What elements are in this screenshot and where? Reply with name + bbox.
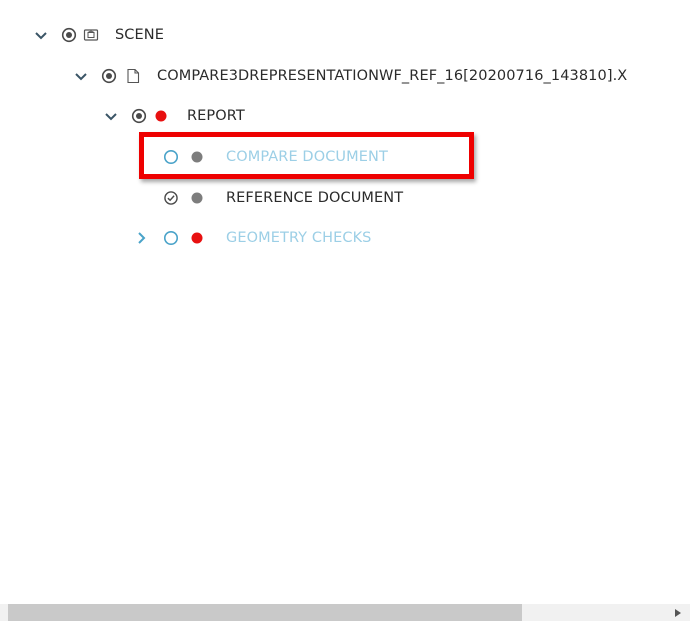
horizontal-scrollbar[interactable]	[0, 604, 690, 621]
visibility-radio-on-icon[interactable]	[131, 108, 147, 124]
scrollbar-thumb[interactable]	[8, 604, 522, 621]
status-dot-red-icon	[153, 108, 169, 124]
scroll-right-arrow-icon[interactable]	[672, 604, 684, 621]
scene-tree: SCENE COMPARE3DREPRESENTATIONWF_REF_16[2…	[0, 0, 690, 600]
tree-node-geometry-checks[interactable]: GEOMETRY CHECKS	[133, 226, 371, 250]
tree-node-reference-document[interactable]: REFERENCE DOCUMENT	[163, 186, 403, 210]
tree-node-label: SCENE	[115, 27, 164, 43]
chevron-right-icon[interactable]	[133, 230, 149, 246]
tree-node-scene[interactable]: SCENE	[33, 23, 164, 47]
tree-node-label: GEOMETRY CHECKS	[226, 230, 372, 246]
status-dot-gray-icon	[189, 190, 205, 206]
tree-node-file[interactable]: COMPARE3DREPRESENTATIONWF_REF_16[2020071…	[73, 64, 627, 88]
tree-node-label: REPORT	[187, 108, 245, 124]
annotation-highlight-box	[139, 132, 474, 179]
visibility-radio-on-icon[interactable]	[61, 27, 77, 43]
scene-box-icon	[83, 27, 99, 43]
visibility-check-icon[interactable]	[163, 190, 179, 206]
chevron-down-icon[interactable]	[33, 27, 49, 43]
visibility-radio-off-icon[interactable]	[163, 230, 179, 246]
chevron-down-icon[interactable]	[73, 68, 89, 84]
tree-node-label: REFERENCE DOCUMENT	[226, 190, 404, 206]
tree-node-report[interactable]: REPORT	[103, 104, 245, 128]
chevron-down-icon[interactable]	[103, 108, 119, 124]
status-dot-red-icon	[189, 230, 205, 246]
document-icon	[125, 68, 141, 84]
tree-node-label: COMPARE3DREPRESENTATIONWF_REF_16[2020071…	[157, 68, 628, 84]
visibility-radio-on-icon[interactable]	[101, 68, 117, 84]
